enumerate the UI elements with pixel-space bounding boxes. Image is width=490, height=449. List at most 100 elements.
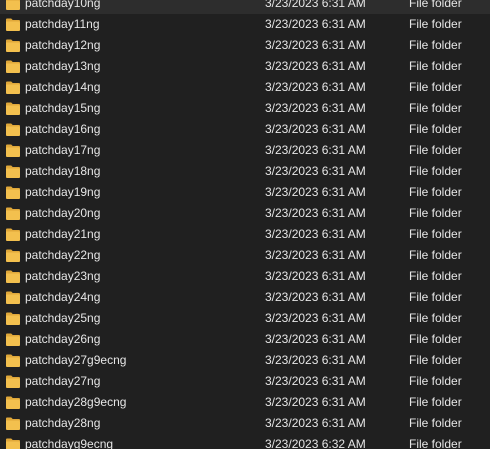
folder-icon: [6, 186, 20, 199]
file-row[interactable]: patchday21ng 3/23/2023 6:31 AM File fold…: [0, 224, 490, 245]
file-row[interactable]: patchday25ng 3/23/2023 6:31 AM File fold…: [0, 308, 490, 329]
file-date-modified: 3/23/2023 6:31 AM: [265, 38, 366, 52]
file-date-modified: 3/23/2023 6:31 AM: [265, 353, 366, 367]
file-name: patchday28ng: [25, 416, 101, 430]
file-name: patchday23ng: [25, 269, 101, 283]
folder-icon: [6, 144, 20, 157]
file-row[interactable]: patchday15ng 3/23/2023 6:31 AM File fold…: [0, 98, 490, 119]
file-name: patchday12ng: [25, 38, 101, 52]
file-type: File folder: [409, 206, 462, 220]
file-type: File folder: [409, 80, 462, 94]
file-date-modified: 3/23/2023 6:31 AM: [265, 185, 366, 199]
folder-icon: [6, 165, 20, 178]
file-row[interactable]: patchday16ng 3/23/2023 6:31 AM File fold…: [0, 119, 490, 140]
file-row[interactable]: patchdayg9ecng 3/23/2023 6:32 AM File fo…: [0, 434, 490, 449]
file-type: File folder: [409, 395, 462, 409]
file-date-modified: 3/23/2023 6:32 AM: [265, 437, 366, 449]
file-row[interactable]: patchday13ng 3/23/2023 6:31 AM File fold…: [0, 56, 490, 77]
file-type: File folder: [409, 332, 462, 346]
file-type: File folder: [409, 185, 462, 199]
file-row[interactable]: patchday20ng 3/23/2023 6:31 AM File fold…: [0, 203, 490, 224]
file-name: patchday28g9ecng: [25, 395, 127, 409]
file-name: patchday22ng: [25, 248, 101, 262]
file-type: File folder: [409, 101, 462, 115]
file-date-modified: 3/23/2023 6:31 AM: [265, 332, 366, 346]
file-name: patchday15ng: [25, 101, 101, 115]
file-type: File folder: [409, 38, 462, 52]
folder-icon: [6, 102, 20, 115]
file-date-modified: 3/23/2023 6:31 AM: [265, 227, 366, 241]
file-type: File folder: [409, 17, 462, 31]
file-date-modified: 3/23/2023 6:31 AM: [265, 101, 366, 115]
file-type: File folder: [409, 227, 462, 241]
file-rows: patchday10ng 3/23/2023 6:31 AM File fold…: [0, 0, 490, 449]
file-row[interactable]: patchday17ng 3/23/2023 6:31 AM File fold…: [0, 140, 490, 161]
file-row[interactable]: patchday27ng 3/23/2023 6:31 AM File fold…: [0, 371, 490, 392]
file-row[interactable]: patchday12ng 3/23/2023 6:31 AM File fold…: [0, 35, 490, 56]
folder-icon: [6, 39, 20, 52]
file-row[interactable]: patchday24ng 3/23/2023 6:31 AM File fold…: [0, 287, 490, 308]
file-type: File folder: [409, 311, 462, 325]
file-row[interactable]: patchday26ng 3/23/2023 6:31 AM File fold…: [0, 329, 490, 350]
folder-icon: [6, 18, 20, 31]
folder-icon: [6, 312, 20, 325]
folder-icon: [6, 333, 20, 346]
folder-icon: [6, 207, 20, 220]
file-name: patchday11ng: [25, 17, 100, 31]
file-name: patchday18ng: [25, 164, 101, 178]
file-date-modified: 3/23/2023 6:31 AM: [265, 0, 366, 10]
file-date-modified: 3/23/2023 6:31 AM: [265, 248, 366, 262]
file-date-modified: 3/23/2023 6:31 AM: [265, 269, 366, 283]
file-row[interactable]: patchday28ng 3/23/2023 6:31 AM File fold…: [0, 413, 490, 434]
file-row[interactable]: patchday28g9ecng 3/23/2023 6:31 AM File …: [0, 392, 490, 413]
file-name: patchday27ng: [25, 374, 101, 388]
file-name: patchday19ng: [25, 185, 101, 199]
file-row[interactable]: patchday10ng 3/23/2023 6:31 AM File fold…: [0, 0, 490, 14]
file-name: patchday25ng: [25, 311, 101, 325]
folder-icon: [6, 228, 20, 241]
folder-icon: [6, 0, 20, 10]
file-type: File folder: [409, 59, 462, 73]
folder-icon: [6, 60, 20, 73]
folder-icon: [6, 438, 20, 449]
file-name: patchday14ng: [25, 80, 101, 94]
folder-icon: [6, 270, 20, 283]
file-date-modified: 3/23/2023 6:31 AM: [265, 164, 366, 178]
file-date-modified: 3/23/2023 6:31 AM: [265, 17, 366, 31]
file-name: patchday26ng: [25, 332, 101, 346]
file-type: File folder: [409, 269, 462, 283]
file-row[interactable]: patchday14ng 3/23/2023 6:31 AM File fold…: [0, 77, 490, 98]
folder-icon: [6, 375, 20, 388]
folder-icon: [6, 354, 20, 367]
file-date-modified: 3/23/2023 6:31 AM: [265, 374, 366, 388]
file-name: patchday21ng: [25, 227, 101, 241]
file-type: File folder: [409, 353, 462, 367]
file-type: File folder: [409, 143, 462, 157]
file-row[interactable]: patchday23ng 3/23/2023 6:31 AM File fold…: [0, 266, 490, 287]
file-row[interactable]: patchday27g9ecng 3/23/2023 6:31 AM File …: [0, 350, 490, 371]
file-row[interactable]: patchday19ng 3/23/2023 6:31 AM File fold…: [0, 182, 490, 203]
file-type: File folder: [409, 374, 462, 388]
file-type: File folder: [409, 437, 462, 449]
file-date-modified: 3/23/2023 6:31 AM: [265, 80, 366, 94]
file-type: File folder: [409, 248, 462, 262]
file-name: patchdayg9ecng: [25, 437, 114, 449]
folder-icon: [6, 291, 20, 304]
file-name: patchday24ng: [25, 290, 101, 304]
file-name: patchday20ng: [25, 206, 101, 220]
file-date-modified: 3/23/2023 6:31 AM: [265, 311, 366, 325]
file-date-modified: 3/23/2023 6:31 AM: [265, 143, 366, 157]
file-date-modified: 3/23/2023 6:31 AM: [265, 206, 366, 220]
file-list: patchday10ng 3/23/2023 6:31 AM File fold…: [0, 0, 490, 449]
file-row[interactable]: patchday18ng 3/23/2023 6:31 AM File fold…: [0, 161, 490, 182]
file-row[interactable]: patchday22ng 3/23/2023 6:31 AM File fold…: [0, 245, 490, 266]
file-date-modified: 3/23/2023 6:31 AM: [265, 290, 366, 304]
folder-icon: [6, 396, 20, 409]
file-row[interactable]: patchday11ng 3/23/2023 6:31 AM File fold…: [0, 14, 490, 35]
file-type: File folder: [409, 290, 462, 304]
folder-icon: [6, 417, 20, 430]
folder-icon: [6, 81, 20, 94]
file-type: File folder: [409, 0, 462, 10]
file-name: patchday27g9ecng: [25, 353, 127, 367]
file-date-modified: 3/23/2023 6:31 AM: [265, 395, 366, 409]
